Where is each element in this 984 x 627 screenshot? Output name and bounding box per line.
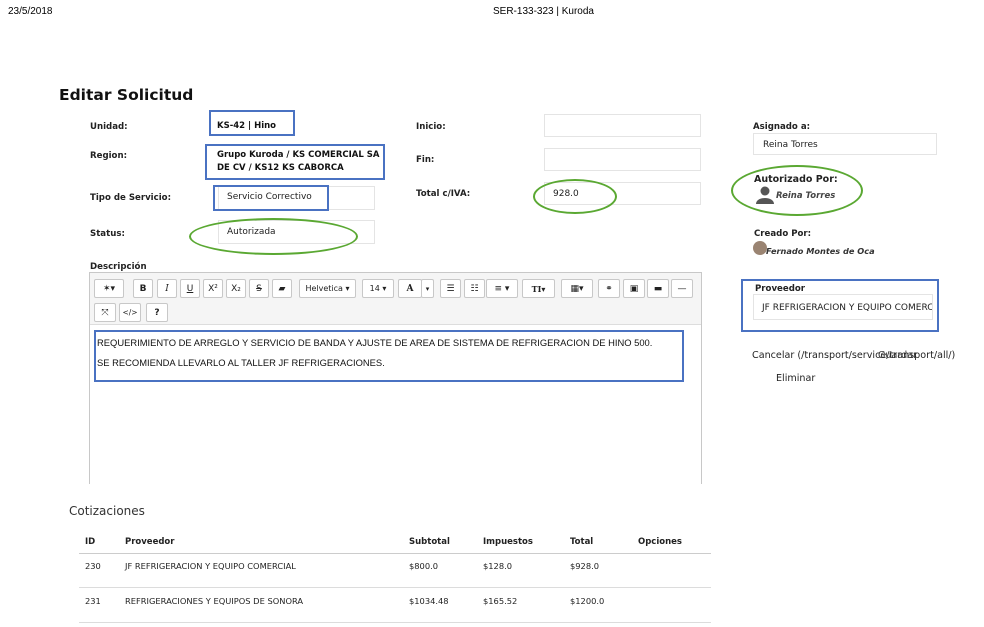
chevron-down-icon[interactable]: ▾ xyxy=(421,279,434,298)
row-divider xyxy=(79,622,711,623)
video-icon[interactable]: ▬ xyxy=(647,279,669,298)
save-button[interactable]: Guardar xyxy=(878,350,917,361)
asignado-value: Reina Torres xyxy=(763,140,818,150)
region-highlight xyxy=(205,144,385,180)
line-height-dropdown[interactable]: TI ▾ xyxy=(522,279,555,298)
status-highlight xyxy=(189,218,358,255)
creado-value: Fernado Montes de Oca xyxy=(766,246,875,256)
total-label: Total c/IVA: xyxy=(416,189,471,199)
col-proveedor: Proveedor xyxy=(125,537,175,547)
inicio-field[interactable] xyxy=(544,114,701,137)
tipo-servicio-label: Tipo de Servicio: xyxy=(90,193,172,203)
underline-button[interactable]: U xyxy=(180,279,200,298)
unidad-highlight xyxy=(209,110,295,136)
picture-icon[interactable]: ▣ xyxy=(623,279,645,298)
row-subtotal: $1034.48 xyxy=(409,596,449,606)
italic-button[interactable]: I xyxy=(157,279,177,298)
inicio-label: Inicio: xyxy=(416,122,446,132)
creado-label: Creado Por: xyxy=(754,229,812,239)
row-id: 230 xyxy=(85,561,101,571)
table-row[interactable]: 230 JF REFRIGERACION Y EQUIPO COMERCIAL … xyxy=(79,554,711,587)
font-size-value: 14 xyxy=(369,284,380,293)
fullscreen-icon[interactable]: ⤧ xyxy=(94,303,116,322)
quotes-title: Cotizaciones xyxy=(69,504,145,518)
row-total: $928.0 xyxy=(570,561,600,571)
col-impuestos: Impuestos xyxy=(483,537,533,547)
row-id: 231 xyxy=(85,596,101,606)
code-view-button[interactable]: </> xyxy=(119,303,141,322)
fin-field[interactable] xyxy=(544,148,701,171)
region-label: Region: xyxy=(90,151,128,161)
text-color-button[interactable]: A xyxy=(398,279,422,298)
eraser-icon[interactable]: ▰ xyxy=(272,279,292,298)
autorizado-highlight xyxy=(731,165,863,216)
strikethrough-button[interactable]: S xyxy=(249,279,269,298)
row-total: $1200.0 xyxy=(570,596,605,606)
tipo-servicio-highlight xyxy=(213,185,329,211)
superscript-button[interactable]: X² xyxy=(203,279,223,298)
font-family-value: Helvetica xyxy=(305,284,343,293)
proveedor-highlight xyxy=(741,279,939,332)
row-proveedor: JF REFRIGERACION Y EQUIPO COMERCIAL xyxy=(125,561,296,571)
total-highlight xyxy=(533,179,617,214)
line-height-value: TI xyxy=(531,283,542,294)
row-impuestos: $128.0 xyxy=(483,561,513,571)
align-icon[interactable]: ≡ ▾ xyxy=(486,279,518,298)
print-title: SER-133-323 | Kuroda xyxy=(493,6,594,17)
col-opciones: Opciones xyxy=(638,537,682,547)
status-label: Status: xyxy=(90,229,125,239)
horizontal-rule-icon[interactable]: — xyxy=(671,279,693,298)
col-total: Total xyxy=(570,537,594,547)
unidad-label: Unidad: xyxy=(90,122,128,132)
cancel-link[interactable]: Cancelar (/transport/service/transport/a… xyxy=(752,350,955,361)
subscript-button[interactable]: X₂ xyxy=(226,279,246,298)
table-icon[interactable]: ▦▾ xyxy=(561,279,593,298)
print-date: 23/5/2018 xyxy=(8,6,53,17)
row-proveedor: REFRIGERACIONES Y EQUIPOS DE SONORA xyxy=(125,596,304,606)
unordered-list-icon[interactable]: ☰ xyxy=(440,279,461,298)
avatar xyxy=(753,241,767,255)
delete-button[interactable]: Eliminar xyxy=(776,373,815,384)
fin-label: Fin: xyxy=(416,155,435,165)
link-icon[interactable]: ⚭ xyxy=(598,279,620,298)
ordered-list-icon[interactable]: ☷ xyxy=(464,279,485,298)
font-family-dropdown[interactable]: Helvetica ▾ xyxy=(299,279,356,298)
row-impuestos: $165.52 xyxy=(483,596,518,606)
col-id: ID xyxy=(85,537,96,547)
descripcion-label: Descripción xyxy=(90,262,147,272)
bold-button[interactable]: B xyxy=(133,279,153,298)
col-subtotal: Subtotal xyxy=(409,537,450,547)
table-row[interactable]: 231 REFRIGERACIONES Y EQUIPOS DE SONORA … xyxy=(79,588,711,622)
help-button[interactable]: ? xyxy=(146,303,168,322)
description-highlight xyxy=(94,330,684,382)
asignado-label: Asignado a: xyxy=(753,122,811,132)
magic-wand-icon[interactable]: ✶▾ xyxy=(94,279,124,298)
page-title: Editar Solicitud xyxy=(59,86,194,104)
font-size-dropdown[interactable]: 14 ▾ xyxy=(362,279,394,298)
row-subtotal: $800.0 xyxy=(409,561,439,571)
